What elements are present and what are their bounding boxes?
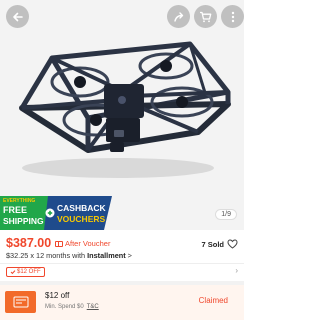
sold-count: 7 Sold	[201, 240, 224, 249]
after-voucher-text: After Voucher	[65, 239, 111, 248]
coupon-min-spend: Min. Spend $0	[45, 304, 84, 310]
promo-banner-line1: EVERYTHING	[3, 198, 36, 204]
cart-button[interactable]	[194, 5, 217, 28]
coupon-store-icon	[5, 291, 36, 313]
cart-icon	[200, 11, 212, 22]
voucher-icon	[55, 240, 63, 247]
share-icon	[173, 11, 183, 22]
voucher-check-icon	[10, 270, 16, 275]
product-price: $387.00	[6, 236, 52, 250]
voucher-tag-label: $12 OFF	[17, 269, 41, 275]
share-button[interactable]	[167, 5, 190, 28]
coupon-title: $12 off	[45, 291, 70, 300]
coupon-subtitle-row: Min. Spend $0 T&C	[45, 304, 99, 310]
installment-link[interactable]: Installment	[87, 251, 126, 260]
coupon-terms-link[interactable]: T&C	[87, 304, 99, 310]
installment-prefix: $32.25 x 12 months with	[6, 251, 88, 260]
voucher-tag[interactable]: $12 OFF	[6, 267, 45, 277]
store-icon	[13, 296, 28, 308]
promo-banner-line3: SHIPPING	[3, 216, 44, 226]
after-voucher-label[interactable]: After Voucher	[55, 239, 110, 248]
coupon-card[interactable]: $12 off Min. Spend $0 T&C Claimed	[0, 285, 244, 320]
product-image-gallery[interactable]: EVERYTHING FREE SHIPPING CASHBACK VOUCHE…	[0, 0, 244, 230]
promo-banner-right-line2: VOUCHERS	[57, 214, 106, 224]
divider	[0, 263, 244, 264]
installment-row[interactable]: $32.25 x 12 months with Installment >	[6, 251, 132, 260]
promo-banner-right-line1: CASHBACK	[57, 203, 106, 213]
more-options-button[interactable]	[221, 5, 244, 28]
wishlist-heart-icon[interactable]	[227, 239, 238, 249]
promo-banner[interactable]: EVERYTHING FREE SHIPPING CASHBACK VOUCHE…	[0, 196, 112, 230]
image-pager-indicator: 1/9	[215, 209, 237, 220]
back-arrow-icon	[12, 12, 23, 21]
promo-banner-line2: FREE	[3, 205, 28, 215]
price-row: $387.00 After Voucher 7 Sold	[0, 236, 244, 252]
coupon-claimed-status: Claimed	[198, 296, 228, 305]
voucher-chevron-icon[interactable]: ›	[235, 266, 238, 275]
more-options-icon	[231, 11, 234, 22]
back-button[interactable]	[6, 5, 29, 28]
installment-chevron: >	[125, 251, 132, 260]
